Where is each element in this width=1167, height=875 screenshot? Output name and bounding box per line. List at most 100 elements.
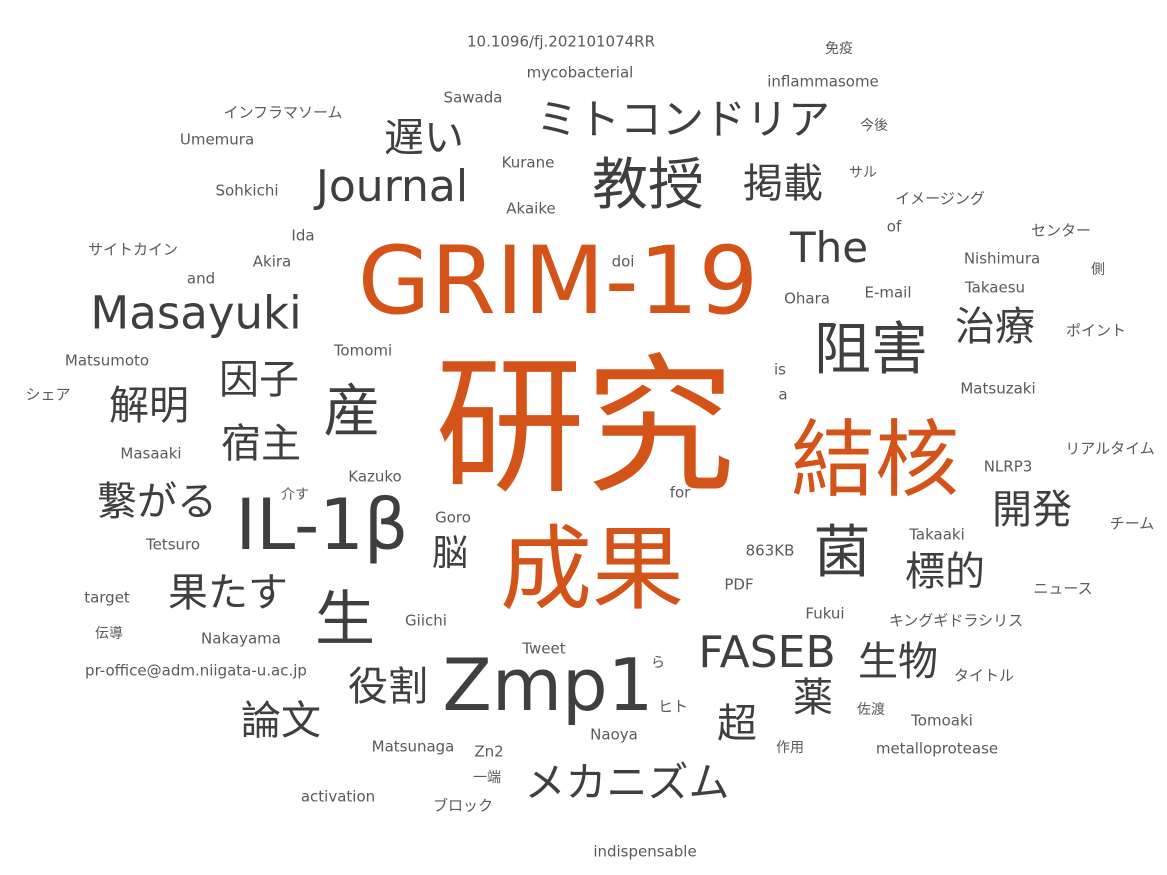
cloud-word: a (778, 385, 788, 404)
cloud-word: キングギドラシリス (888, 611, 1024, 630)
cloud-word: Tomoaki (911, 711, 973, 730)
cloud-word: Akira (252, 252, 292, 271)
cloud-word: activation (300, 787, 376, 806)
cloud-word: 研究 (434, 341, 736, 515)
cloud-word: インフラマソーム (223, 103, 343, 122)
cloud-word: 側 (1091, 262, 1105, 278)
cloud-word: 一端 (473, 770, 501, 786)
cloud-word: 論文 (241, 698, 321, 744)
cloud-word: doi (611, 252, 635, 271)
cloud-word: 因子 (219, 357, 299, 403)
cloud-word: GRIM-19 (357, 227, 759, 336)
cloud-word: IL-1β (235, 484, 409, 566)
cloud-word: 作用 (776, 740, 804, 756)
cloud-word: ポイント (1065, 321, 1127, 340)
cloud-word: 脳 (431, 533, 469, 574)
cloud-word: Ida (291, 226, 315, 245)
cloud-word: Kazuko (348, 467, 402, 486)
cloud-word: mycobacterial (526, 63, 634, 82)
cloud-word: 薬 (793, 675, 833, 721)
cloud-word: pr-office@adm.niigata-u.ac.jp (85, 661, 307, 680)
cloud-word: Takaaki (909, 525, 965, 544)
cloud-word: Matsunaga (371, 737, 455, 756)
cloud-word: Matsumoto (64, 351, 150, 370)
cloud-word: 863KB (745, 541, 795, 560)
cloud-word: 産 (323, 378, 381, 445)
cloud-word: Fukui (805, 604, 845, 623)
cloud-word: リアルタイム (1065, 439, 1155, 458)
cloud-word: 掲載 (743, 161, 823, 207)
cloud-word: E-mail (864, 283, 912, 302)
cloud-word: Kurane (501, 153, 555, 172)
cloud-word: Matsuzaki (960, 379, 1036, 398)
cloud-word: Nakayama (201, 629, 281, 648)
word-cloud: 研究 GRIM-19 成果 結核 Zmp1 IL-1β 生 菌 産 阻害 教授 Masayuki Jou… (0, 0, 1167, 875)
cloud-word: Tomomi (333, 341, 393, 360)
cloud-word: サイトカイン (87, 240, 179, 259)
cloud-word: The (789, 223, 869, 272)
cloud-word: Sohkichi (215, 181, 279, 200)
cloud-word: 治療 (955, 304, 1035, 350)
cloud-word: Tetsuro (145, 535, 201, 554)
cloud-word: センター (1030, 221, 1092, 240)
cloud-word: 果たす (168, 570, 288, 616)
cloud-word: Masaaki (120, 444, 182, 463)
cloud-word: for (669, 483, 691, 502)
cloud-word: イメージング (895, 189, 985, 208)
cloud-word: タイトル (953, 666, 1015, 685)
cloud-word: チーム (1109, 514, 1155, 533)
cloud-word: PDF (724, 575, 754, 594)
cloud-word: メカニズム (524, 758, 730, 807)
cloud-word: ミトコンドリア (535, 95, 831, 144)
cloud-word: 遅い (384, 115, 464, 161)
cloud-word: 教授 (592, 153, 704, 218)
cloud-word: indispensable (593, 842, 697, 861)
cloud-word: is (774, 360, 786, 379)
cloud-word: Zmp1 (442, 643, 654, 727)
cloud-word: Goro (435, 508, 471, 527)
cloud-word: 介す (281, 487, 309, 503)
cloud-word: Tweet (522, 639, 566, 658)
cloud-word: 開発 (992, 487, 1072, 533)
cloud-word: 10.1096/fj.202101074RR (466, 32, 656, 51)
cloud-word: metalloprotease (875, 739, 999, 758)
cloud-word: Takaesu (964, 278, 1026, 297)
cloud-word: 役割 (348, 664, 428, 710)
cloud-word: Journal (315, 161, 469, 212)
cloud-word: 宿主 (221, 421, 301, 467)
cloud-word: Masayuki (90, 286, 302, 340)
cloud-word: 標的 (905, 549, 985, 595)
cloud-word: target (84, 588, 130, 607)
cloud-word: 繋がる (97, 479, 217, 525)
cloud-word: サル (849, 165, 877, 181)
cloud-word: FASEB (698, 627, 836, 678)
cloud-word: 阻害 (814, 316, 928, 383)
cloud-word: and (186, 269, 216, 288)
cloud-word: Ohara (784, 289, 830, 308)
cloud-word: 結核 (790, 411, 960, 509)
cloud-word: Nishimura (963, 249, 1041, 268)
cloud-word: Umemura (179, 130, 255, 149)
cloud-word: Akaike (506, 199, 556, 218)
cloud-word: 生 (315, 585, 375, 655)
cloud-word: of (886, 217, 902, 236)
cloud-word: Naoya (590, 725, 638, 744)
cloud-word: シェア (25, 385, 71, 404)
cloud-word: 免疫 (825, 41, 853, 57)
cloud-word: 菌 (813, 519, 871, 586)
cloud-word: inflammasome (767, 72, 879, 91)
cloud-word: 佐渡 (857, 702, 885, 718)
cloud-word: 解明 (109, 383, 189, 429)
cloud-word: NLRP3 (983, 457, 1033, 476)
cloud-word: ら (651, 655, 665, 671)
cloud-word: 生物 (858, 639, 938, 685)
cloud-word: 成果 (499, 516, 685, 623)
cloud-word: ブロック (432, 796, 494, 815)
cloud-word: 今後 (860, 118, 888, 134)
cloud-word: Zn2 (474, 742, 504, 761)
cloud-word: Sawada (443, 88, 503, 107)
cloud-word: Giichi (405, 611, 447, 630)
cloud-word: 超 (717, 701, 757, 747)
cloud-word: ヒト (657, 697, 689, 716)
cloud-word: ニュース (1033, 579, 1093, 598)
